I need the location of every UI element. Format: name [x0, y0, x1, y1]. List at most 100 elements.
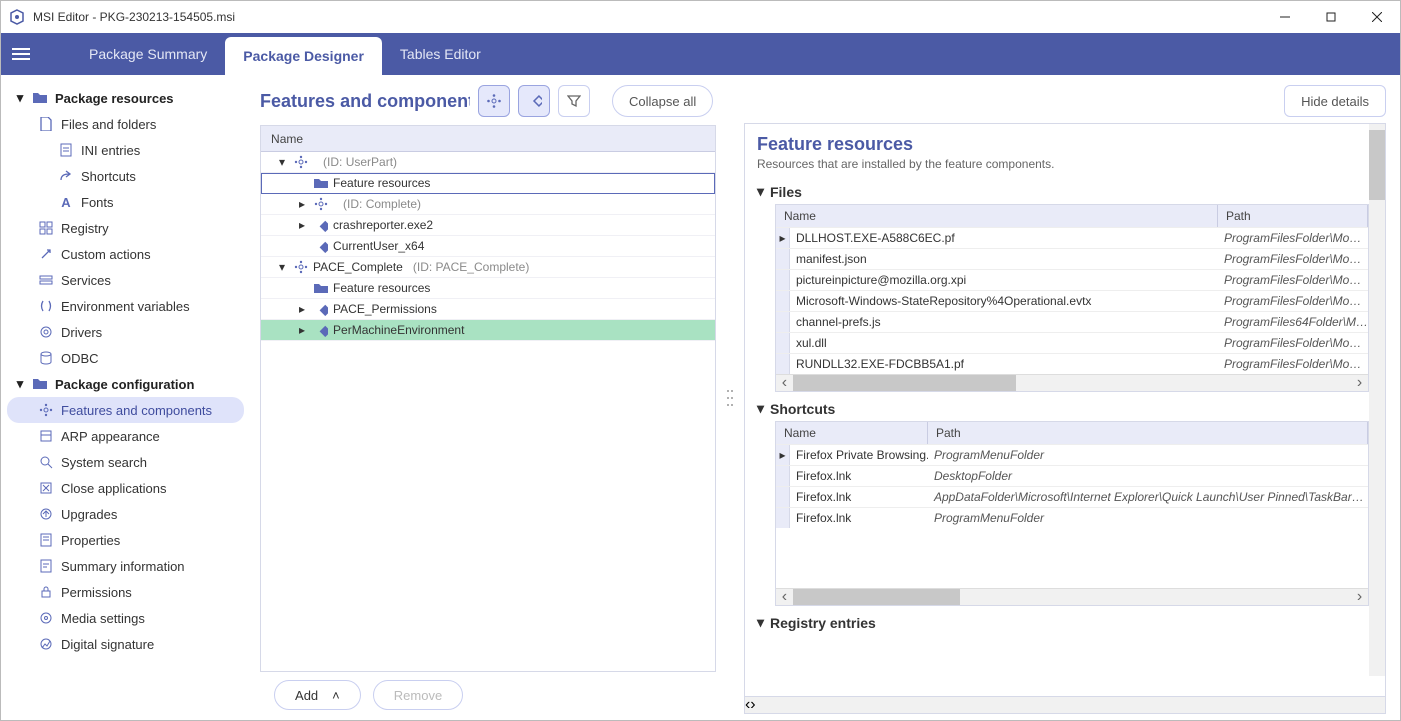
panel-title: Features and components — [260, 91, 470, 112]
nav-registry[interactable]: Registry — [7, 215, 244, 241]
cell-path: ProgramFilesFolder\Mo… — [1218, 336, 1368, 350]
nav-permissions[interactable]: Permissions — [7, 579, 244, 605]
table-row[interactable]: xul.dllProgramFilesFolder\Mo… — [776, 332, 1368, 353]
nav-shortcuts[interactable]: Shortcuts — [7, 163, 244, 189]
nav-upgrades[interactable]: Upgrades — [7, 501, 244, 527]
tree-row[interactable]: ▸(ID: Complete) — [261, 194, 715, 215]
tree-row[interactable]: ▸crashreporter.exe2 — [261, 215, 715, 236]
nav-ini-entries[interactable]: INI entries — [7, 137, 244, 163]
table-row[interactable]: Firefox.lnkProgramMenuFolder — [776, 507, 1368, 528]
scroll-right-icon[interactable]: › — [1351, 375, 1368, 392]
tree-row[interactable]: Feature resources — [261, 278, 715, 299]
add-button[interactable]: Add ˄ — [274, 680, 361, 710]
nav-media-settings[interactable]: Media settings — [7, 605, 244, 631]
registry-icon — [37, 221, 55, 235]
panel-splitter[interactable] — [720, 75, 740, 720]
col-header-name[interactable]: Name — [776, 205, 1218, 227]
nav-section-package-resources[interactable]: ▾ Package resources — [7, 85, 244, 111]
navigation-sidebar: ▾ Package resources Files and folders IN… — [1, 75, 250, 720]
tab-package-designer[interactable]: Package Designer — [225, 37, 382, 75]
nav-fonts[interactable]: A Fonts — [7, 189, 244, 215]
shortcuts-grid[interactable]: Name Path ▸Firefox Private Browsing.lnkP… — [775, 421, 1369, 606]
summary-icon — [37, 559, 55, 573]
scroll-left-icon[interactable]: ‹ — [776, 589, 793, 606]
scroll-right-icon[interactable]: › — [750, 696, 755, 714]
table-row[interactable]: RUNDLL32.EXE-FDCBB5A1.pfProgramFilesFold… — [776, 353, 1368, 374]
row-handle[interactable] — [776, 312, 790, 332]
table-row[interactable]: manifest.jsonProgramFilesFolder\Mo… — [776, 248, 1368, 269]
scroll-left-icon[interactable]: ‹ — [776, 375, 793, 392]
row-handle[interactable] — [776, 508, 790, 528]
row-handle[interactable] — [776, 354, 790, 374]
table-row[interactable]: ▸DLLHOST.EXE-A588C6EC.pfProgramFilesFold… — [776, 227, 1368, 248]
tree-row[interactable]: ▸PerMachineEnvironment — [261, 320, 715, 341]
nav-drivers[interactable]: Drivers — [7, 319, 244, 345]
chevron-icon: ▾ — [275, 155, 289, 169]
filter-components-button[interactable] — [518, 85, 550, 117]
section-registry-header[interactable]: ▾ Registry entries — [757, 614, 1377, 631]
row-handle[interactable]: ▸ — [776, 445, 790, 465]
nav-files-and-folders[interactable]: Files and folders — [7, 111, 244, 137]
nav-environment-variables[interactable]: Environment variables — [7, 293, 244, 319]
minimize-button[interactable] — [1262, 1, 1308, 33]
nav-summary-information[interactable]: Summary information — [7, 553, 244, 579]
table-row[interactable]: pictureinpicture@mozilla.org.xpiProgramF… — [776, 269, 1368, 290]
vertical-scrollbar[interactable] — [1369, 124, 1385, 676]
section-shortcuts-header[interactable]: ▾ Shortcuts — [757, 400, 1377, 417]
nav-custom-actions[interactable]: Custom actions — [7, 241, 244, 267]
scroll-right-icon[interactable]: › — [1351, 589, 1368, 606]
files-grid[interactable]: Name Path ▸DLLHOST.EXE-A588C6EC.pfProgra… — [775, 204, 1369, 392]
features-tree-grid[interactable]: Name ▾(ID: UserPart)Feature resources▸(I… — [260, 125, 716, 672]
tree-row[interactable]: ▸PACE_Permissions — [261, 299, 715, 320]
grid-column-header[interactable]: Name — [261, 126, 715, 152]
custom-actions-icon — [37, 247, 55, 261]
col-header-path[interactable]: Path — [928, 422, 1368, 444]
folder-icon — [313, 283, 329, 294]
tab-tables-editor[interactable]: Tables Editor — [382, 33, 499, 75]
collapse-all-button[interactable]: Collapse all — [612, 85, 713, 117]
section-files-header[interactable]: ▾ Files — [757, 183, 1377, 200]
nav-services[interactable]: Services — [7, 267, 244, 293]
row-handle[interactable] — [776, 249, 790, 269]
horizontal-scrollbar[interactable]: ‹ › — [776, 588, 1368, 605]
col-header-name[interactable]: Name — [776, 422, 928, 444]
nav-properties[interactable]: Properties — [7, 527, 244, 553]
tree-row[interactable]: CurrentUser_x64 — [261, 236, 715, 257]
nav-system-search[interactable]: System search — [7, 449, 244, 475]
tab-package-summary[interactable]: Package Summary — [71, 33, 225, 75]
nav-close-applications[interactable]: Close applications — [7, 475, 244, 501]
filter-button[interactable] — [558, 85, 590, 117]
hide-details-button[interactable]: Hide details — [1284, 85, 1386, 117]
table-row[interactable]: Firefox.lnkDesktopFolder — [776, 465, 1368, 486]
col-header-path[interactable]: Path — [1218, 205, 1368, 227]
table-row[interactable]: Microsoft-Windows-StateRepository%4Opera… — [776, 290, 1368, 311]
cell-name: RUNDLL32.EXE-FDCBB5A1.pf — [790, 357, 1218, 371]
row-handle[interactable] — [776, 333, 790, 353]
row-handle[interactable] — [776, 466, 790, 486]
app-menu-button[interactable] — [1, 33, 41, 75]
table-row[interactable]: ▸Firefox Private Browsing.lnkProgramMenu… — [776, 444, 1368, 465]
nav-digital-signature[interactable]: Digital signature — [7, 631, 244, 657]
maximize-button[interactable] — [1308, 1, 1354, 33]
row-handle[interactable] — [776, 291, 790, 311]
row-handle[interactable] — [776, 487, 790, 507]
cell-path: ProgramFilesFolder\Mo… — [1218, 273, 1368, 287]
tree-row[interactable]: ▾PACE_Complete(ID: PACE_Complete) — [261, 257, 715, 278]
details-horizontal-scrollbar[interactable]: ‹ › — [744, 697, 1386, 714]
nav-section-package-configuration[interactable]: ▾ Package configuration — [7, 371, 244, 397]
nav-odbc[interactable]: ODBC — [7, 345, 244, 371]
table-row[interactable]: channel-prefs.jsProgramFiles64Folder\M… — [776, 311, 1368, 332]
nav-label: ARP appearance — [61, 429, 160, 444]
filter-features-button[interactable] — [478, 85, 510, 117]
table-row[interactable]: Firefox.lnkAppDataFolder\Microsoft\Inter… — [776, 486, 1368, 507]
row-handle[interactable]: ▸ — [776, 228, 790, 248]
row-handle[interactable] — [776, 270, 790, 290]
tree-row[interactable]: ▾(ID: UserPart) — [261, 152, 715, 173]
tree-row[interactable]: Feature resources — [261, 173, 715, 194]
close-button[interactable] — [1354, 1, 1400, 33]
nav-features-and-components[interactable]: Features and components — [7, 397, 244, 423]
horizontal-scrollbar[interactable]: ‹ › — [776, 374, 1368, 391]
row-label: PACE_Complete — [313, 260, 403, 274]
remove-button[interactable]: Remove — [373, 680, 463, 710]
nav-arp-appearance[interactable]: ARP appearance — [7, 423, 244, 449]
